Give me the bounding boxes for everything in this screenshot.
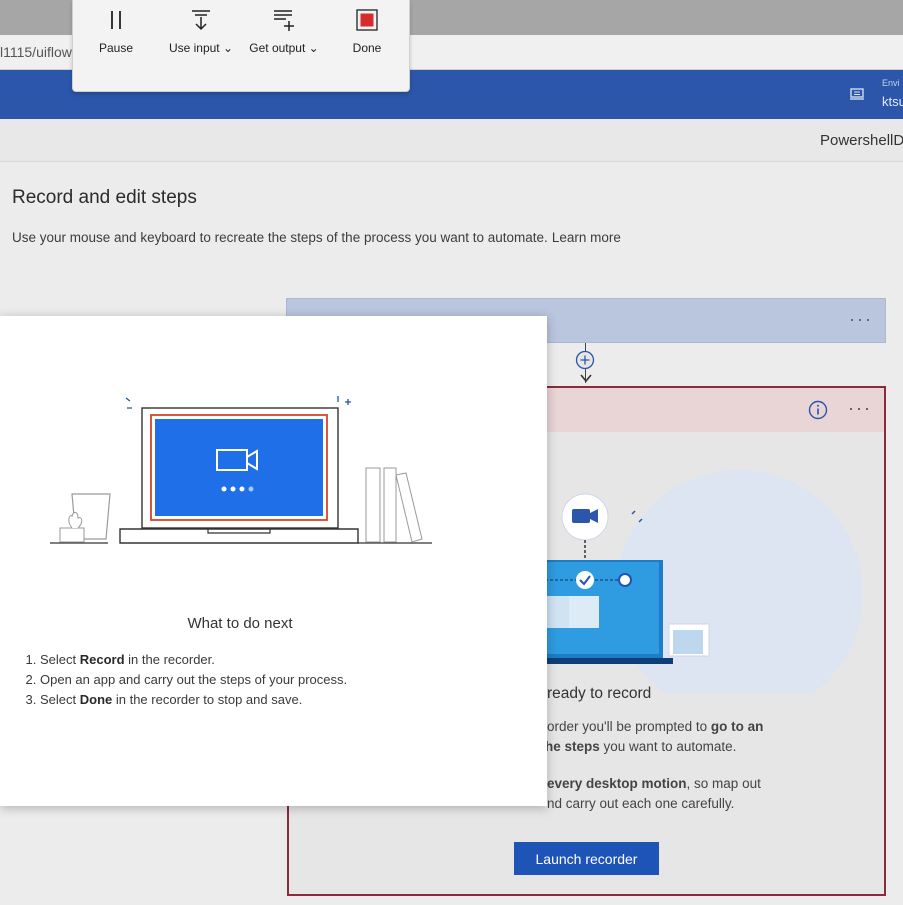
instruction-line-3: every desktop motion, so map out — [547, 776, 761, 791]
step-bold: Record — [79, 652, 125, 667]
page-description: Use your mouse and keyboard to recreate … — [12, 230, 621, 245]
add-step-icon[interactable] — [575, 350, 595, 370]
step-more-menu[interactable]: ··· — [849, 309, 873, 330]
dialog-title: What to do next — [187, 615, 293, 632]
laptop-recording-illustration — [50, 396, 432, 544]
recording-illustration — [529, 470, 863, 694]
instruction-line-2: he steps you want to automate. — [545, 739, 736, 754]
instruction-text: you want to automate. — [599, 739, 737, 754]
recorder-toolbar: Pause Use input ⌄ Get output ⌄ Done — [72, 0, 410, 92]
get-output-label: Get output ⌄ — [245, 41, 323, 55]
instruction-text: order you'll be prompted to — [547, 719, 711, 734]
list-item: Open an app and carry out the steps of y… — [40, 670, 347, 690]
environment-name[interactable]: ktsu — [882, 94, 903, 109]
chevron-down-icon: ⌄ — [222, 41, 234, 55]
instruction-line-4: nd carry out each one carefully. — [547, 796, 735, 811]
flow-name: PowershellDe — [820, 132, 903, 149]
step-text: Select — [40, 652, 80, 667]
get-output-text: Get output — [249, 41, 306, 55]
command-bar: PowershellDe — [0, 119, 903, 162]
environment-label: Envi — [882, 78, 900, 88]
pause-icon — [111, 11, 121, 29]
instruction-bold: he steps — [545, 739, 600, 754]
pause-button[interactable]: Pause — [85, 8, 147, 58]
ready-to-record-title: ready to record — [547, 685, 652, 702]
get-output-icon — [274, 10, 294, 31]
use-input-button[interactable]: Use input ⌄ — [165, 8, 237, 58]
description-text: Use your mouse and keyboard to recreate … — [12, 230, 548, 245]
launch-recorder-button[interactable]: Launch recorder — [514, 842, 659, 875]
instruction-bold: go to an — [710, 719, 764, 734]
arrow-down-icon — [580, 374, 592, 383]
use-input-icon — [192, 10, 210, 31]
step-bold: Done — [79, 692, 113, 707]
next-steps-list: Select Record in the recorder. Open an a… — [22, 650, 347, 710]
step-text: in the recorder to stop and save. — [112, 692, 303, 707]
step-text: Select — [40, 692, 80, 707]
step-more-menu[interactable]: ··· — [848, 398, 872, 419]
chevron-down-icon: ⌄ — [308, 41, 319, 55]
instruction-line-1: order you'll be prompted to go to an — [547, 719, 763, 734]
use-input-text: Use input — [168, 41, 220, 55]
use-input-label: Use input ⌄ — [165, 41, 237, 55]
done-label: Done — [352, 41, 382, 55]
done-button[interactable]: Done — [339, 8, 395, 58]
info-icon[interactable] — [808, 400, 828, 420]
learn-more-link[interactable]: Learn more — [552, 230, 621, 245]
instruction-bold: every desktop motion — [547, 776, 687, 791]
stop-icon — [356, 9, 378, 31]
step-text: in the recorder. — [124, 652, 215, 667]
pause-label: Pause — [98, 41, 134, 55]
page-title: Record and edit steps — [12, 187, 197, 208]
environment-icon[interactable] — [849, 86, 865, 102]
url-text: l1115/uiflow — [0, 44, 72, 60]
what-to-do-next-dialog: What to do next Select Record in the rec… — [0, 316, 547, 806]
get-output-button[interactable]: Get output ⌄ — [245, 8, 323, 58]
instruction-text: , so map out — [686, 776, 761, 791]
list-item: Select Record in the recorder. — [40, 650, 347, 670]
list-item: Select Done in the recorder to stop and … — [40, 690, 347, 710]
